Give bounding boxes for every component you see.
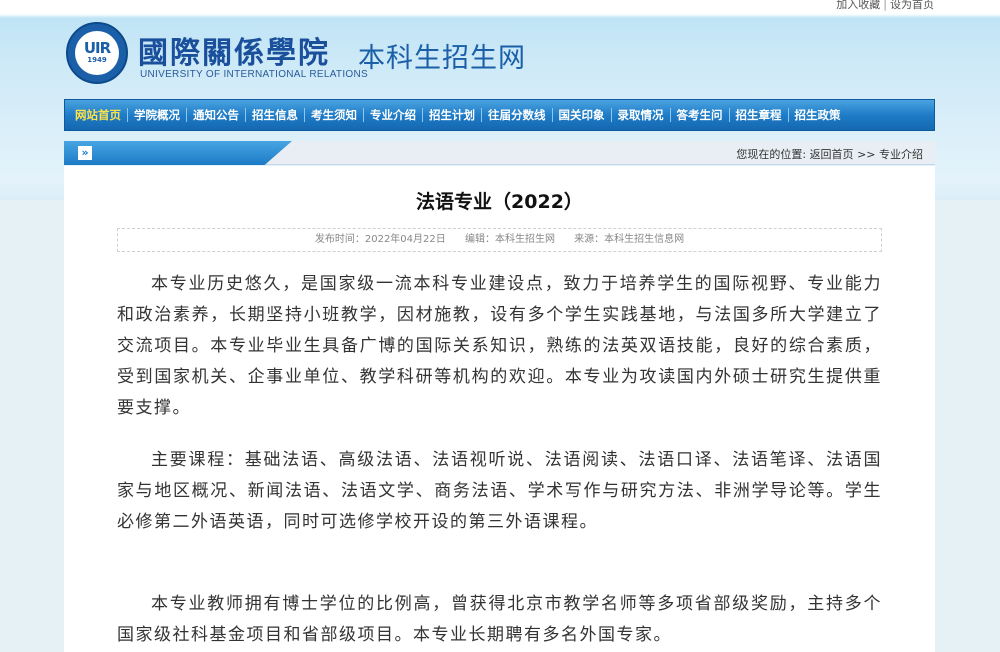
breadcrumb-bar: » 您现在的位置: 返回首页 >> 专业介绍 xyxy=(64,141,935,165)
nav-item-admission-results[interactable]: 录取情况 xyxy=(612,107,670,123)
seal-year: 1949 xyxy=(87,56,107,64)
site-logo[interactable]: UIR 1949 國際關係學院 UNIVERSITY OF INTERNATIO… xyxy=(66,22,536,84)
publish-date: 发布时间：2022年04月22日 xyxy=(314,234,446,245)
nav-item-qa[interactable]: 答考生问 xyxy=(671,107,729,123)
nav-item-candidate-notes[interactable]: 考生须知 xyxy=(305,107,363,123)
nav-item-impressions[interactable]: 国关印象 xyxy=(553,107,611,123)
seal-monogram: UIR xyxy=(83,39,111,57)
nav-item-past-scores[interactable]: 往届分数线 xyxy=(482,107,552,123)
article-editor: 编辑：本科生招生网 xyxy=(464,234,555,245)
breadcrumb-tab: » xyxy=(64,141,292,165)
nav-item-notices[interactable]: 通知公告 xyxy=(187,107,245,123)
nav-item-majors[interactable]: 专业介绍 xyxy=(364,107,422,123)
article-paragraph: 主要课程：基础法语、高级法语、法语视听说、法语阅读、法语口译、法语笔译、法语国家… xyxy=(117,450,882,532)
nav-item-about[interactable]: 学院概况 xyxy=(128,107,186,123)
breadcrumb-label: 您现在的位置: xyxy=(736,148,807,161)
top-links: 加入收藏 | 设为首页 xyxy=(836,0,934,12)
top-links-separator: | xyxy=(883,0,887,11)
school-name-en: UNIVERSITY OF INTERNATIONAL RELATIONS xyxy=(140,69,368,80)
article-paragraph: 本专业教师拥有博士学位的比例高，曾获得北京市教学名师等多项省部级奖励，主持多个国… xyxy=(117,594,882,645)
set-homepage-link[interactable]: 设为首页 xyxy=(890,0,934,11)
nav-item-plan[interactable]: 招生计划 xyxy=(423,107,481,123)
article-source: 来源：本科生招生信息网 xyxy=(574,234,685,245)
university-seal-icon: UIR 1949 xyxy=(66,22,128,84)
nav-item-charter[interactable]: 招生章程 xyxy=(730,107,788,123)
breadcrumb-separator: >> xyxy=(857,148,876,161)
article-paragraph: 本专业历史悠久，是国家级一流本科专业建设点，致力于培养学生的国际视野、专业能力和… xyxy=(117,274,882,418)
nav-item-admission-info[interactable]: 招生信息 xyxy=(246,107,304,123)
site-name: 本科生招生网 xyxy=(358,43,526,74)
article-meta: 发布时间：2022年04月22日 编辑：本科生招生网 来源：本科生招生信息网 xyxy=(117,228,882,252)
double-chevron-right-icon: » xyxy=(78,146,92,160)
nav-item-home[interactable]: 网站首页 xyxy=(69,107,127,123)
article-title: 法语专业（2022） xyxy=(416,191,583,213)
nav-item-policy[interactable]: 招生政策 xyxy=(789,107,847,123)
main-nav: 网站首页 学院概况 通知公告 招生信息 考生须知 专业介绍 招生计划 往届分数线… xyxy=(64,99,935,131)
breadcrumb-current-link[interactable]: 专业介绍 xyxy=(879,148,923,161)
school-name-cn: 國際關係學院 xyxy=(138,36,330,71)
breadcrumb-home-link[interactable]: 返回首页 xyxy=(810,148,854,161)
article-panel: 法语专业（2022） 发布时间：2022年04月22日 编辑：本科生招生网 来源… xyxy=(64,166,935,652)
add-favorite-link[interactable]: 加入收藏 xyxy=(836,0,880,11)
breadcrumb: 您现在的位置: 返回首页 >> 专业介绍 xyxy=(736,146,923,162)
